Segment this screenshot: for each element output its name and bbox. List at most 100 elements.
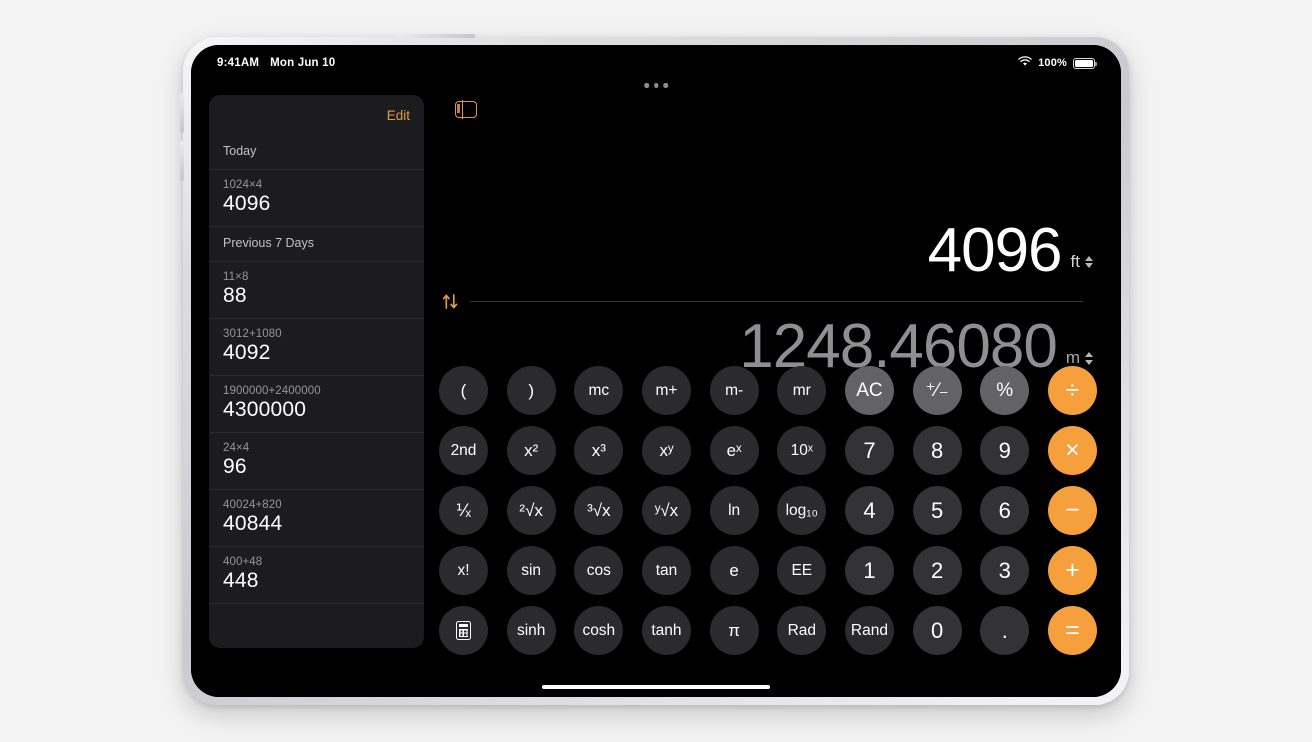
device-screen-bezel: 9:41AM Mon Jun 10 100% Edit Today 1024×4… <box>191 45 1121 697</box>
home-indicator[interactable] <box>542 684 770 689</box>
converter-input-unit-label: ft <box>1070 252 1080 272</box>
key-6[interactable]: 6 <box>980 486 1030 535</box>
key-tangent[interactable]: tan <box>641 546 691 595</box>
key-pi[interactable]: π <box>709 606 759 655</box>
multitask-dot <box>644 83 649 88</box>
chevron-updown-icon <box>1085 255 1093 269</box>
key-x-squared[interactable]: x² <box>506 426 556 475</box>
key-hyperbolic-cosine[interactable]: cosh <box>574 606 624 655</box>
key-8[interactable]: 8 <box>912 426 962 475</box>
key-calculator-mode[interactable] <box>439 606 488 655</box>
key-second-function[interactable]: 2nd <box>439 426 488 475</box>
converter-top-row: 4096 ft <box>439 219 1095 282</box>
key-x-cubed[interactable]: x³ <box>574 426 624 475</box>
key-random[interactable]: Rand <box>844 606 894 655</box>
key-cosine[interactable]: cos <box>574 546 624 595</box>
history-section-header-previous-7-days: Previous 7 Days <box>223 236 315 250</box>
key-close-paren[interactable]: ) <box>506 366 556 415</box>
sidebar-toggle-icon[interactable] <box>455 100 477 119</box>
key-factorial[interactable]: x! <box>439 546 488 595</box>
key-5[interactable]: 5 <box>912 486 962 535</box>
key-subtract[interactable]: − <box>1047 486 1097 535</box>
history-expression: 1024×4 <box>223 179 263 191</box>
key-x-power-y[interactable]: xʸ <box>641 426 691 475</box>
key-square-root[interactable]: ²√x <box>506 486 556 535</box>
power-button[interactable] <box>397 34 475 38</box>
history-item[interactable]: 1024×4 4096 <box>209 169 424 227</box>
history-section-header-today: Today <box>223 144 257 158</box>
history-sidebar: Edit Today 1024×4 4096 Previous 7 Days 1… <box>209 95 424 648</box>
key-0[interactable]: 0 <box>912 606 962 655</box>
multitask-dot <box>663 83 668 88</box>
key-cube-root[interactable]: ³√x <box>574 486 624 535</box>
screenshot-scene: 9:41AM Mon Jun 10 100% Edit Today 1024×4… <box>0 0 1312 742</box>
key-reciprocal[interactable]: ⅟ₓ <box>439 486 488 535</box>
wifi-icon <box>1018 56 1032 70</box>
key-nth-root[interactable]: ʸ√x <box>641 486 691 535</box>
status-date: Mon Jun 10 <box>270 57 336 69</box>
battery-full-icon <box>1073 57 1098 69</box>
status-bar: 9:41AM Mon Jun 10 100% <box>191 45 1121 81</box>
swap-vertical-icon[interactable] <box>441 292 460 311</box>
key-7[interactable]: 7 <box>844 426 894 475</box>
keypad-row: 2nd x² x³ xʸ eˣ 10ˣ 7 8 9 × <box>439 426 1097 475</box>
key-add[interactable]: + <box>1047 546 1097 595</box>
ipad-screen: 9:41AM Mon Jun 10 100% Edit Today 1024×4… <box>191 45 1121 697</box>
key-hyperbolic-sine[interactable]: sinh <box>506 606 556 655</box>
key-9[interactable]: 9 <box>980 426 1030 475</box>
key-radians[interactable]: Rad <box>777 606 827 655</box>
key-memory-recall[interactable]: mr <box>777 366 827 415</box>
history-item[interactable]: 24×4 96 <box>209 433 424 490</box>
history-result: 4096 <box>223 192 271 215</box>
history-result: 4092 <box>223 341 271 364</box>
key-natural-log[interactable]: ln <box>709 486 759 535</box>
multitask-dot <box>653 83 659 88</box>
history-result: 40844 <box>223 512 283 535</box>
history-expression: 11×8 <box>223 271 249 283</box>
key-open-paren[interactable]: ( <box>439 366 488 415</box>
converter-input-unit-selector[interactable]: ft <box>1071 252 1093 282</box>
key-decimal-point[interactable]: . <box>980 606 1030 655</box>
chevron-updown-icon <box>1085 352 1093 365</box>
keypad-row: sinh cosh tanh π Rad Rand 0 . = <box>439 606 1097 655</box>
key-memory-subtract[interactable]: m- <box>709 366 759 415</box>
history-expression: 400+48 <box>223 556 263 568</box>
history-expression: 1900000+2400000 <box>223 385 321 397</box>
history-item[interactable]: 1900000+2400000 4300000 <box>209 376 424 433</box>
history-item[interactable]: 400+48 448 <box>209 547 424 604</box>
key-divide[interactable]: ÷ <box>1047 366 1097 415</box>
key-multiply[interactable]: × <box>1047 426 1097 475</box>
key-sine[interactable]: sin <box>506 546 556 595</box>
calculator-main-panel: 4096 ft 1248.46080 m () mc m+ m- mr AC … <box>439 89 1107 673</box>
volume-up-button[interactable] <box>180 93 184 133</box>
history-list[interactable]: Today 1024×4 4096 Previous 7 Days 11×8 8… <box>209 135 424 648</box>
key-all-clear[interactable]: AC <box>844 366 894 415</box>
key-4[interactable]: 4 <box>844 486 894 535</box>
key-exponent-entry[interactable]: EE <box>777 546 827 595</box>
multitasking-controls[interactable] <box>644 83 668 88</box>
key-memory-clear[interactable]: mc <box>574 366 624 415</box>
keypad-row: ⅟ₓ ²√x ³√x ʸ√x ln log₁₀ 4 5 6 − <box>439 486 1097 535</box>
key-3[interactable]: 3 <box>980 546 1030 595</box>
sidebar-header: Edit <box>209 95 424 135</box>
key-log-base-10[interactable]: log₁₀ <box>777 486 827 535</box>
history-item[interactable]: 3012+1080 4092 <box>209 319 424 376</box>
edit-button[interactable]: Edit <box>387 108 410 123</box>
key-equals[interactable]: = <box>1047 606 1097 655</box>
key-2[interactable]: 2 <box>912 546 962 595</box>
key-1[interactable]: 1 <box>844 546 894 595</box>
key-hyperbolic-tangent[interactable]: tanh <box>641 606 691 655</box>
converter-input-value: 4096 <box>927 216 1063 285</box>
volume-down-button[interactable] <box>180 141 184 181</box>
history-item[interactable]: 11×8 88 <box>209 261 424 319</box>
history-item[interactable]: 40024+820 40844 <box>209 490 424 547</box>
key-ten-power-x[interactable]: 10ˣ <box>777 426 827 475</box>
key-percent[interactable]: % <box>980 366 1030 415</box>
key-memory-add[interactable]: m+ <box>641 366 691 415</box>
history-expression: 24×4 <box>223 442 250 454</box>
key-euler-number[interactable]: e <box>709 546 759 595</box>
key-e-power-x[interactable]: eˣ <box>709 426 759 475</box>
calculator-icon <box>456 621 471 640</box>
status-bar-right: 100% <box>1018 56 1098 70</box>
key-plus-minus[interactable]: ⁺⁄₋ <box>912 366 962 415</box>
